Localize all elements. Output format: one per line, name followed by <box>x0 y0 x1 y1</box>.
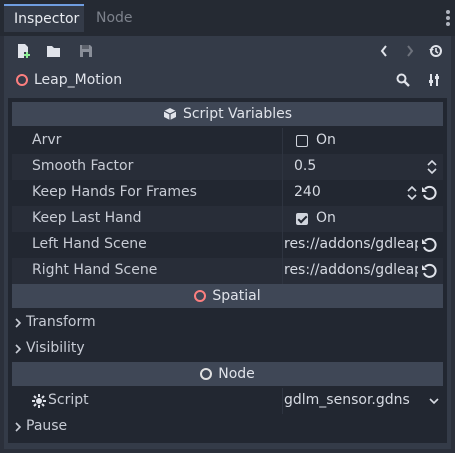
chevron-down-icon[interactable] <box>429 397 439 405</box>
open-folder-icon[interactable] <box>46 43 62 59</box>
group-label: Transform <box>26 314 96 330</box>
spatial-node-icon <box>16 74 28 86</box>
path-value: res://addons/gdleap <box>284 262 418 278</box>
property-label: Smooth Factor <box>32 158 134 174</box>
checkbox-label: On <box>316 210 336 226</box>
property-label: Keep Hands For Frames <box>32 184 197 200</box>
group-label: Pause <box>26 418 68 434</box>
section-spatial[interactable]: Spatial <box>12 284 443 308</box>
search-icon[interactable] <box>395 72 411 88</box>
dock-menu-icon[interactable] <box>446 10 450 26</box>
revert-icon[interactable] <box>421 237 437 253</box>
right-hand-scene-path[interactable]: res://addons/gdleap <box>282 258 443 284</box>
property-row-script: Script gdlm_sensor.gdns <box>12 388 443 414</box>
checkbox-unchecked-icon <box>296 135 308 147</box>
spatial-node-icon <box>194 290 207 302</box>
section-label: Node <box>218 366 255 382</box>
group-visibility[interactable]: Visibility <box>12 336 443 362</box>
spinbox-value: 0.5 <box>294 158 317 174</box>
property-row-arvr: Arvr On <box>12 128 443 154</box>
property-row-left-hand-scene: Left Hand Scene res://addons/gdleap <box>12 232 443 258</box>
spinbox-value: 240 <box>294 184 321 200</box>
script-resource-picker[interactable]: gdlm_sensor.gdns <box>282 388 443 414</box>
chevron-right-icon <box>15 344 22 354</box>
smooth-factor-spinbox[interactable]: 0.5 <box>282 154 443 180</box>
edited-object-row: Leap_Motion <box>4 66 451 96</box>
chevron-right-icon <box>15 422 22 432</box>
gdnative-script-icon <box>32 394 46 408</box>
property-row-keep-last-hand: Keep Last Hand On <box>12 206 443 232</box>
property-label: Keep Last Hand <box>32 210 142 226</box>
section-script-variables[interactable]: Script Variables <box>12 102 443 126</box>
tab-node[interactable]: Node <box>86 4 143 32</box>
inspector-toolbar <box>4 36 451 66</box>
property-label: Right Hand Scene <box>32 262 158 278</box>
script-value: gdlm_sensor.gdns <box>284 392 410 408</box>
spinbox-arrows-icon[interactable] <box>407 185 417 201</box>
property-list: Script Variables Arvr On Smooth Factor 0… <box>8 98 447 443</box>
property-row-right-hand-scene: Right Hand Scene res://addons/gdleap <box>12 258 443 284</box>
section-node[interactable]: Node <box>12 362 443 386</box>
path-value: res://addons/gdleap <box>284 236 418 252</box>
revert-icon[interactable] <box>421 263 437 279</box>
dock-tab-bar: Inspector Node <box>0 0 455 36</box>
inspector-panel: Leap_Motion Script Variables Arvr On Smo <box>4 36 451 449</box>
keep-hands-spinbox[interactable]: 240 <box>282 180 443 206</box>
property-tools-icon[interactable] <box>426 72 442 88</box>
script-cube-icon <box>163 107 177 121</box>
spinbox-arrows-icon[interactable] <box>427 159 437 175</box>
history-forward-icon[interactable] <box>402 43 418 59</box>
group-label: Visibility <box>26 340 85 356</box>
property-label: Script <box>48 392 89 408</box>
new-resource-icon[interactable] <box>16 43 32 59</box>
arvr-checkbox[interactable]: On <box>282 128 443 154</box>
tab-inspector[interactable]: Inspector <box>4 4 84 32</box>
group-transform[interactable]: Transform <box>12 310 443 336</box>
history-back-icon[interactable] <box>376 43 392 59</box>
property-row-smooth-factor: Smooth Factor 0.5 <box>12 154 443 180</box>
node-icon <box>200 368 213 380</box>
object-name: Leap_Motion <box>34 72 123 88</box>
checkbox-checked-icon <box>296 213 308 225</box>
group-pause[interactable]: Pause <box>12 414 443 440</box>
checkbox-label: On <box>316 132 336 148</box>
property-label: Left Hand Scene <box>32 236 147 252</box>
property-label: Arvr <box>32 132 62 148</box>
section-label: Script Variables <box>182 106 293 122</box>
object-history-icon[interactable] <box>428 43 444 59</box>
keep-last-hand-checkbox[interactable]: On <box>282 206 443 232</box>
save-icon[interactable] <box>78 43 94 59</box>
property-row-keep-hands: Keep Hands For Frames 240 <box>12 180 443 206</box>
revert-icon[interactable] <box>421 185 437 201</box>
section-label: Spatial <box>212 288 261 304</box>
chevron-right-icon <box>15 318 22 328</box>
left-hand-scene-path[interactable]: res://addons/gdleap <box>282 232 443 258</box>
